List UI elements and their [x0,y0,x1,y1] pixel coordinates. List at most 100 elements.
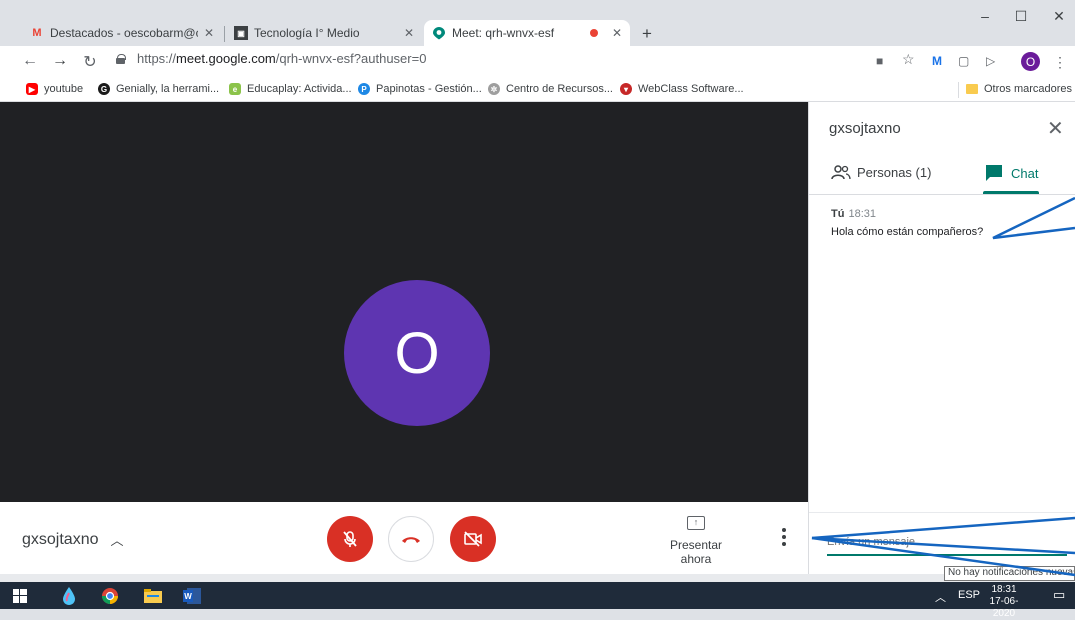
windows-taskbar: W ︿ ESP 18:31 17-06-2020 ▭ [0,582,1075,619]
educaplay-icon: e [229,83,241,95]
clock-time: 18:31 [991,584,1017,595]
present-now-button[interactable]: ↑ Presentar ahora [654,516,738,566]
bookmark-webclass[interactable]: ▾ WebClass Software... [620,83,744,95]
folder-icon [966,84,978,94]
extension-icon[interactable]: M [932,54,942,68]
bookmark-educaplay[interactable]: e Educaplay: Activida... [229,83,352,95]
extension-icon-2[interactable]: ▢ [958,54,969,68]
bookmark-papinotas[interactable]: P Papinotas - Gestión... [358,83,482,95]
tab-strip: M Destacados - oescobarm@colegi ✕ ▣ Tecn… [0,0,1075,46]
reload-icon[interactable]: ↻ [80,52,100,72]
bookmark-label: Papinotas - Gestión... [376,83,482,95]
address-bar[interactable]: https://meet.google.com/qrh-wnvx-esf?aut… [116,51,426,66]
tab-title: Tecnología I° Medio [254,26,360,40]
menu-icon[interactable]: ⋮ [1053,54,1067,71]
new-tab-button[interactable]: + [636,23,658,45]
bookmark-label: Genially, la herrami... [116,83,220,95]
maximize-button[interactable]: ☐ [1006,8,1036,25]
people-icon [831,165,851,180]
language-indicator[interactable]: ESP [958,589,980,601]
clock-date: 17-06-2020 [989,596,1019,619]
more-options-icon[interactable] [779,528,789,548]
notification-tooltip: No hay notificaciones nuevas [944,566,1075,581]
bookmark-label: youtube [44,83,84,95]
close-icon[interactable]: ✕ [612,26,622,40]
windows-start-icon[interactable] [10,586,30,606]
camera-icon[interactable]: ■ [876,54,883,68]
bookmark-label: Educaplay: Activida... [247,83,352,95]
camera-off-button[interactable] [450,516,496,562]
browser-toolbar: ← → ↻ https://meet.google.com/qrh-wnvx-e… [0,46,1075,78]
notification-center-icon[interactable]: ▭ [1053,587,1065,603]
meet-icon [432,26,446,40]
star-icon[interactable]: ☆ [902,51,915,68]
sender-name: Tú [831,208,845,220]
recording-icon [589,29,598,37]
send-icon[interactable]: ▷ [986,54,995,68]
tab-classroom[interactable]: ▣ Tecnología I° Medio ✕ [226,20,422,46]
bookmark-other[interactable]: Otros marcadores [966,83,1072,95]
tab-meet[interactable]: Meet: qrh-wnvx-esf ✕ [424,20,630,46]
hang-up-button[interactable] [388,516,434,562]
recursos-icon: ✲ [488,83,500,95]
tab-title: Destacados - oescobarm@colegi [50,26,198,40]
gmail-icon: M [32,27,42,39]
classroom-icon: ▣ [234,26,248,40]
forward-icon[interactable]: → [50,52,70,70]
bookmark-label: Otros marcadores [984,83,1073,95]
bookmark-label: WebClass Software... [638,83,744,95]
lock-icon [116,53,126,64]
message-time: 18:31 [848,208,876,220]
bookmark-recursos[interactable]: ✲ Centro de Recursos... [488,83,613,95]
chat-input[interactable] [827,534,1067,556]
message-text: Hola cómo están compañeros? [831,226,984,238]
close-window-button[interactable]: ✕ [1044,8,1074,25]
participant-avatar: O [344,280,490,426]
meeting-details[interactable]: gxsojtaxno ︿ [22,530,124,549]
svg-text:W: W [184,592,192,601]
video-stage: O [15,102,808,502]
bookmark-genially[interactable]: G Genially, la herrami... [98,83,219,95]
papinotas-icon: P [358,83,370,95]
url-host: meet.google.com [176,51,276,66]
tab-chat[interactable]: Chat [985,164,1038,182]
close-icon[interactable]: ✕ [404,26,414,40]
minimize-button[interactable]: – [970,8,1000,24]
url-scheme: https:// [137,51,177,66]
tab-title: Meet: qrh-wnvx-esf [452,26,555,40]
chrome-icon[interactable] [100,586,120,606]
tab-gmail[interactable]: M Destacados - oescobarm@colegi ✕ [22,20,222,46]
message-sender: Tú 18:31 [831,208,876,220]
mic-off-button[interactable] [327,516,373,562]
word-icon[interactable]: W [182,586,202,606]
profile-avatar[interactable]: O [1021,52,1040,71]
file-explorer-icon[interactable] [143,586,163,606]
tab-label: Personas (1) [857,164,932,180]
phone-hangup-icon [402,537,420,543]
paint-icon[interactable] [59,586,79,606]
browser-window: M Destacados - oescobarm@colegi ✕ ▣ Tecn… [0,0,1075,619]
meeting-name: gxsojtaxno [22,530,99,548]
bookmark-label: Centro de Recursos... [506,83,613,95]
mic-off-icon [343,531,357,547]
tab-label: Chat [1011,165,1039,181]
video-off-icon [464,531,482,547]
youtube-icon: ▶ [26,83,38,95]
close-icon[interactable]: ✕ [204,26,214,40]
close-icon[interactable]: ✕ [1047,116,1064,141]
url-path: /qrh-wnvx-esf?authuser=0 [275,51,427,66]
tray-chevron-icon[interactable]: ︿ [935,589,946,605]
chat-icon [986,165,1002,181]
meeting-controls: gxsojtaxno ︿ ↑ Presentar ahora [0,502,808,574]
chevron-up-icon: ︿ [110,533,124,548]
back-icon[interactable]: ← [20,52,40,70]
present-label: Presentar ahora [669,538,723,566]
panel-title: gxsojtaxno [829,120,901,137]
window-bottom-strip [0,574,1075,582]
present-screen-icon: ↑ [687,516,705,530]
stage-edge [0,102,15,502]
bookmark-youtube[interactable]: ▶ youtube [26,83,83,95]
tab-people[interactable]: Personas (1) [831,164,931,180]
genially-icon: G [98,83,110,95]
taskbar-clock[interactable]: 18:31 17-06-2020 [984,584,1024,620]
